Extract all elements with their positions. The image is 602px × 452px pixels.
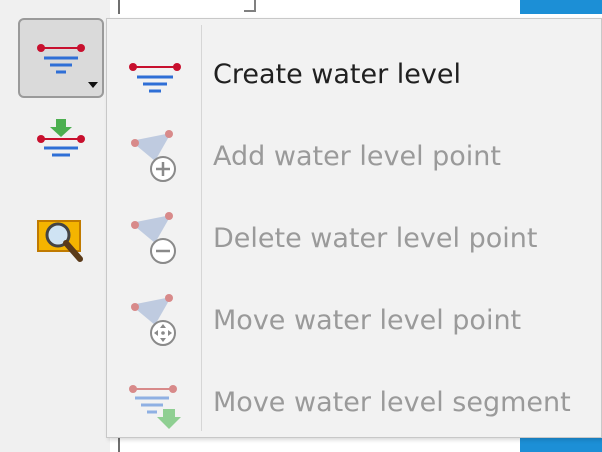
app-window: Create water level Add water level point (0, 0, 602, 452)
chevron-down-icon[interactable] (88, 82, 98, 88)
background-blue-panel (520, 0, 602, 14)
menu-item-label: Add water level point (213, 141, 502, 172)
menu-item-delete-water-level-point[interactable]: Delete water level point (107, 199, 601, 279)
delete-point-icon (131, 212, 176, 264)
menu-item-label: Delete water level point (213, 223, 538, 254)
menu-item-create-water-level[interactable]: Create water level (107, 35, 601, 115)
menu-item-move-water-level-point[interactable]: Move water level point (107, 281, 601, 361)
vertical-toolbar (0, 0, 110, 452)
background-frame-corner (244, 0, 256, 12)
move-point-icon (131, 294, 176, 346)
water-level-import-tool-button[interactable] (18, 100, 104, 180)
create-water-level-tool-button[interactable] (18, 18, 104, 98)
menu-item-label: Move water level segment (213, 387, 571, 418)
water-level-tools-menu: Create water level Add water level point (106, 18, 602, 438)
water-level-line-icon (129, 63, 181, 93)
water-level-line-icon (37, 44, 85, 74)
menu-item-add-water-level-point[interactable]: Add water level point (107, 117, 601, 197)
magnifier-icon (37, 220, 83, 262)
menu-item-move-water-level-segment[interactable]: Move water level segment (107, 363, 601, 443)
zoom-tool-button[interactable] (18, 200, 104, 280)
add-point-icon (131, 130, 176, 182)
move-segment-icon (129, 385, 181, 429)
water-level-arrow-down-icon (37, 119, 85, 157)
menu-item-label: Move water level point (213, 305, 522, 336)
menu-item-label: Create water level (213, 59, 462, 90)
background-divider (118, 0, 120, 14)
